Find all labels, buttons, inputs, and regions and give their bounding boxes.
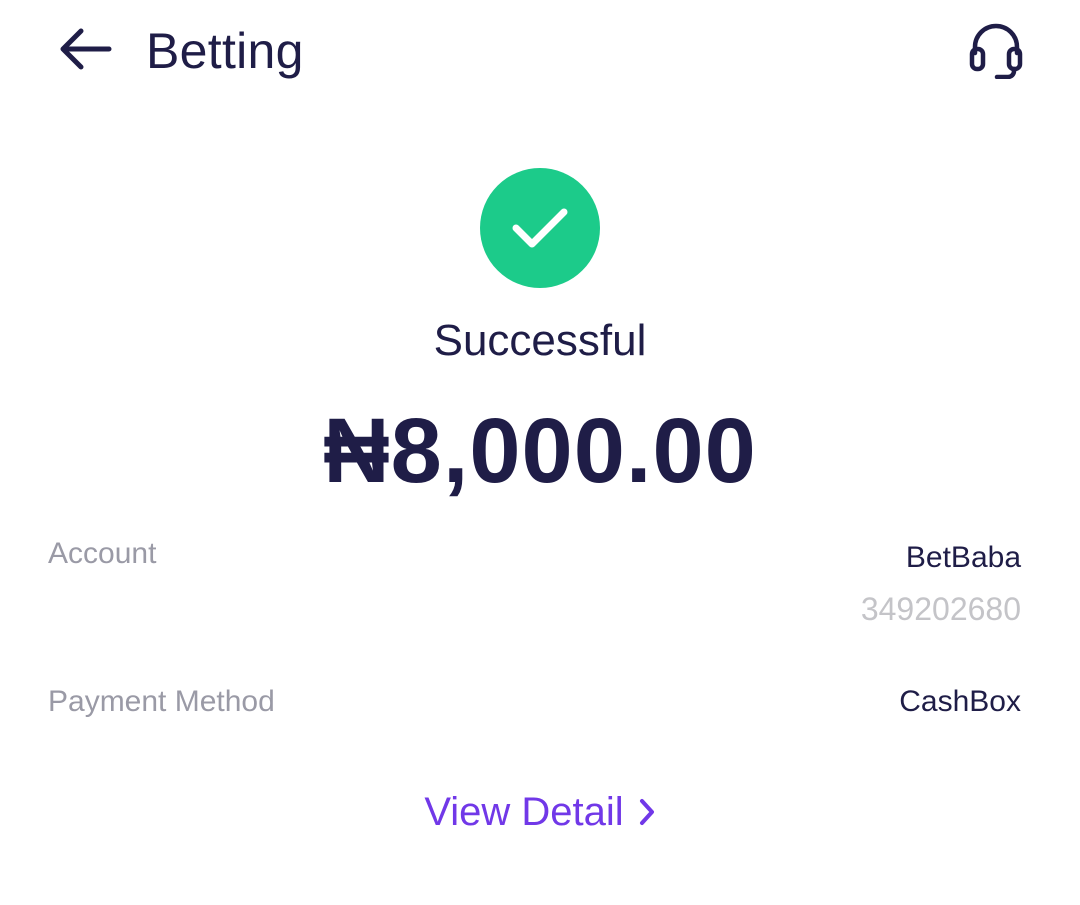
- payment-method-label: Payment Method: [48, 685, 275, 718]
- check-icon: [512, 208, 568, 248]
- account-label: Account: [48, 537, 157, 570]
- top-bar: Betting: [0, 0, 1080, 110]
- back-button[interactable]: [50, 18, 120, 80]
- arrow-left-icon: [60, 28, 112, 70]
- headset-icon: [969, 23, 1023, 79]
- account-value: BetBaba: [905, 541, 1021, 574]
- status-label: Successful: [433, 316, 647, 365]
- page-title: Betting: [146, 23, 304, 79]
- transaction-amount: ₦8,000.00: [323, 400, 757, 502]
- view-detail-link[interactable]: View Detail: [0, 784, 1080, 840]
- view-detail-label: View Detail: [424, 790, 624, 834]
- payment-method-value: CashBox: [899, 685, 1021, 718]
- chevron-right-icon: [639, 799, 654, 825]
- account-number: 349202680: [860, 591, 1021, 627]
- success-badge: [480, 168, 600, 288]
- customer-support-button[interactable]: [960, 16, 1032, 82]
